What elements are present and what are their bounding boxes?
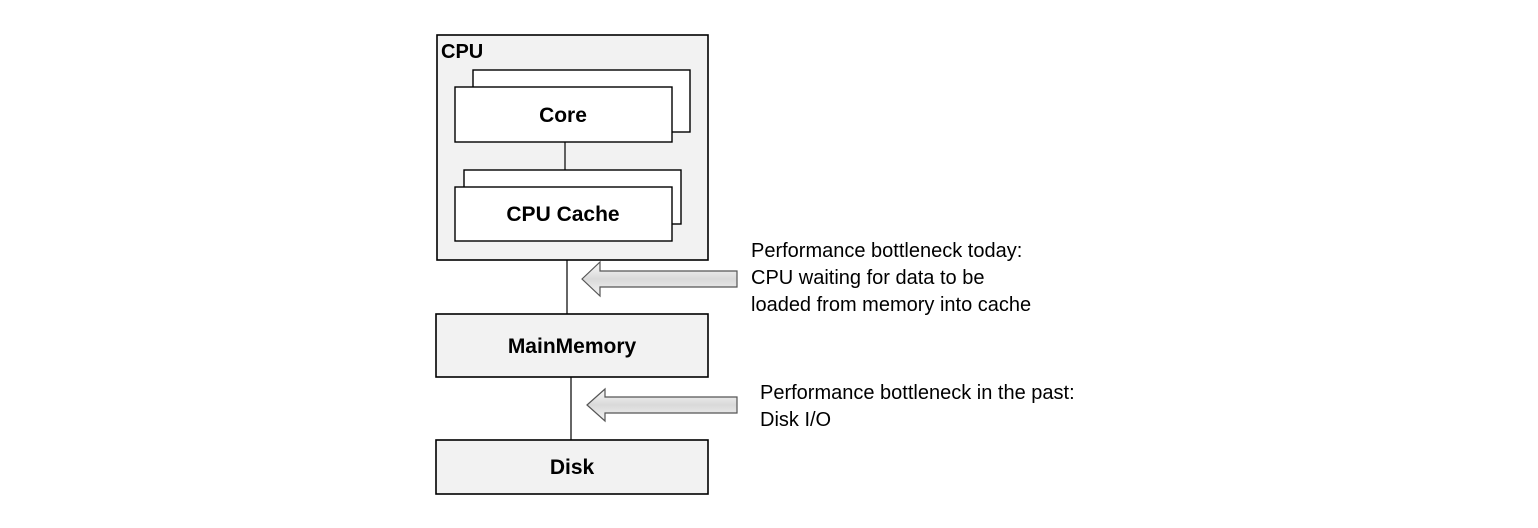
core-stack: Core <box>454 69 691 143</box>
main-memory-box: MainMemory <box>435 313 709 378</box>
cache-label: CPU Cache <box>506 203 619 226</box>
note-today-line-1: Performance bottleneck today: <box>751 240 1022 262</box>
bottleneck-today-arrow <box>581 260 738 298</box>
bottleneck-past-arrow <box>586 387 738 423</box>
main-memory-label: MainMemory <box>508 335 637 358</box>
bottleneck-past-note: Performance bottleneck in the past: Disk… <box>760 382 1075 431</box>
cache-stack: CPU Cache <box>454 169 682 242</box>
memory-hierarchy-diagram: CPU Core CPU Cache MainMemory Disk Perfo… <box>435 34 1075 495</box>
disk-box: Disk <box>435 439 709 495</box>
bottleneck-today-note: Performance bottleneck today: CPU waitin… <box>751 240 1031 316</box>
note-past-line-2: Disk I/O <box>760 409 831 431</box>
cpu-label: CPU <box>441 41 483 63</box>
note-today-line-2: CPU waiting for data to be <box>751 267 984 289</box>
note-past-line-1: Performance bottleneck in the past: <box>760 382 1075 404</box>
note-today-line-3: loaded from memory into cache <box>751 294 1031 316</box>
disk-label: Disk <box>550 456 595 479</box>
core-label: Core <box>539 104 587 127</box>
